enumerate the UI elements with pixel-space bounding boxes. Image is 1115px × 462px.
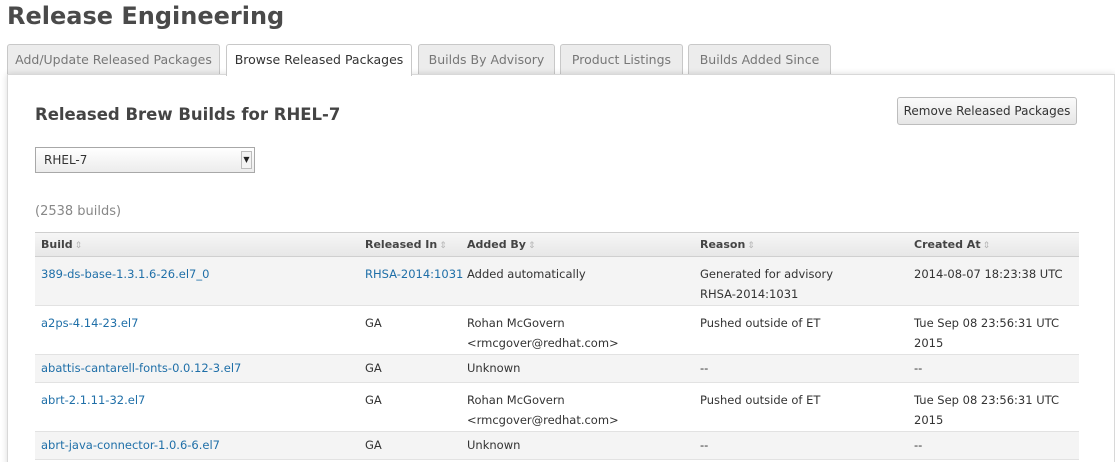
created-at: 2015: [914, 413, 944, 427]
added-by-email: <rmcgover@redhat.com>: [467, 413, 619, 427]
reason-text: Pushed outside of ET: [700, 316, 821, 330]
tab-browse-released-packages[interactable]: Browse Released Packages: [226, 44, 412, 76]
build-link[interactable]: abattis-cantarell-fonts-0.0.12-3.el7: [41, 361, 241, 375]
section-heading: Released Brew Builds for RHEL-7: [35, 105, 341, 124]
table-row: a2ps-4.14-23.el7 GA Rohan McGovern <rmcgo…: [35, 306, 1079, 355]
build-link[interactable]: 389-ds-base-1.3.1.6-26.el7_0: [41, 267, 209, 281]
added-by-name: Unknown: [467, 361, 521, 375]
product-select[interactable]: RHEL-7 ▼: [35, 147, 255, 173]
added-by-name: Added automatically: [467, 267, 586, 281]
chevron-down-icon: ▼: [241, 151, 252, 169]
table-row: abrt-java-connector-1.0.6-6.el7 GA Unkno…: [35, 432, 1079, 460]
remove-released-packages-button[interactable]: Remove Released Packages: [897, 97, 1077, 125]
sort-icon: ⇕: [74, 241, 83, 251]
added-by-name: Rohan McGovern: [467, 393, 565, 407]
reason-text: Generated for advisory: [700, 267, 834, 281]
reason-text: --: [700, 438, 709, 452]
released-in: GA: [365, 438, 382, 452]
created-at: Tue Sep 08 23:56:31 UTC: [914, 316, 1060, 330]
table-row: abrt-2.1.11-32.el7 GA Rohan McGovern <rmc…: [35, 383, 1079, 432]
created-at: Tue Sep 08 23:56:31 UTC: [914, 393, 1060, 407]
column-header-build[interactable]: Build ⇕: [41, 233, 82, 258]
build-link[interactable]: abrt-java-connector-1.0.6-6.el7: [41, 438, 220, 452]
build-link[interactable]: abrt-2.1.11-32.el7: [41, 393, 145, 407]
sort-icon: ⇕: [439, 241, 447, 251]
sort-icon: ⇕: [982, 241, 991, 251]
reason-text: RHSA-2014:1031: [700, 287, 799, 301]
table-row: abattis-cantarell-fonts-0.0.12-3.el7 GA …: [35, 355, 1079, 383]
added-by-name: Rohan McGovern: [467, 316, 565, 330]
created-at: --: [914, 361, 923, 375]
column-header-reason[interactable]: Reason ⇕: [700, 233, 755, 258]
advisory-link[interactable]: RHSA-2014:1031: [365, 267, 463, 281]
column-header-added-by[interactable]: Added By ⇕: [467, 233, 536, 258]
browse-panel: Released Brew Builds for RHEL-7 Remove R…: [7, 74, 1115, 462]
page-title: Release Engineering: [7, 2, 285, 30]
sort-icon: ⇕: [527, 241, 536, 251]
added-by-name: Unknown: [467, 438, 521, 452]
added-by-email: <rmcgover@redhat.com>: [467, 336, 619, 350]
sort-icon: ⇕: [747, 241, 755, 251]
released-in: GA: [365, 393, 382, 407]
created-at: 2015: [914, 336, 944, 350]
reason-text: --: [700, 361, 709, 375]
column-header-created-at[interactable]: Created At ⇕: [914, 233, 990, 258]
created-at: 2014-08-07 18:23:38 UTC: [914, 267, 1063, 281]
build-count: (2538 builds): [35, 204, 122, 219]
released-in: GA: [365, 316, 382, 330]
column-header-released-in[interactable]: Released In ⇕: [365, 233, 447, 258]
released-in: GA: [365, 361, 382, 375]
tab-builds-added-since[interactable]: Builds Added Since: [688, 44, 831, 75]
build-link[interactable]: a2ps-4.14-23.el7: [41, 316, 138, 330]
product-select-value: RHEL-7: [44, 153, 88, 167]
table-row: 389-ds-base-1.3.1.6-26.el7_0 RHSA-2014:1…: [35, 257, 1079, 306]
reason-text: Pushed outside of ET: [700, 393, 821, 407]
tab-builds-by-advisory[interactable]: Builds By Advisory: [418, 44, 555, 75]
table-header: Build ⇕ Released In ⇕ Added By ⇕ Reason ⇕ Cr…: [35, 233, 1079, 257]
tab-product-listings[interactable]: Product Listings: [560, 44, 683, 75]
created-at: --: [914, 438, 923, 452]
tab-add-update-released-packages[interactable]: Add/Update Released Packages: [7, 44, 220, 75]
builds-table: Build ⇕ Released In ⇕ Added By ⇕ Reason ⇕ Cr…: [35, 232, 1079, 460]
